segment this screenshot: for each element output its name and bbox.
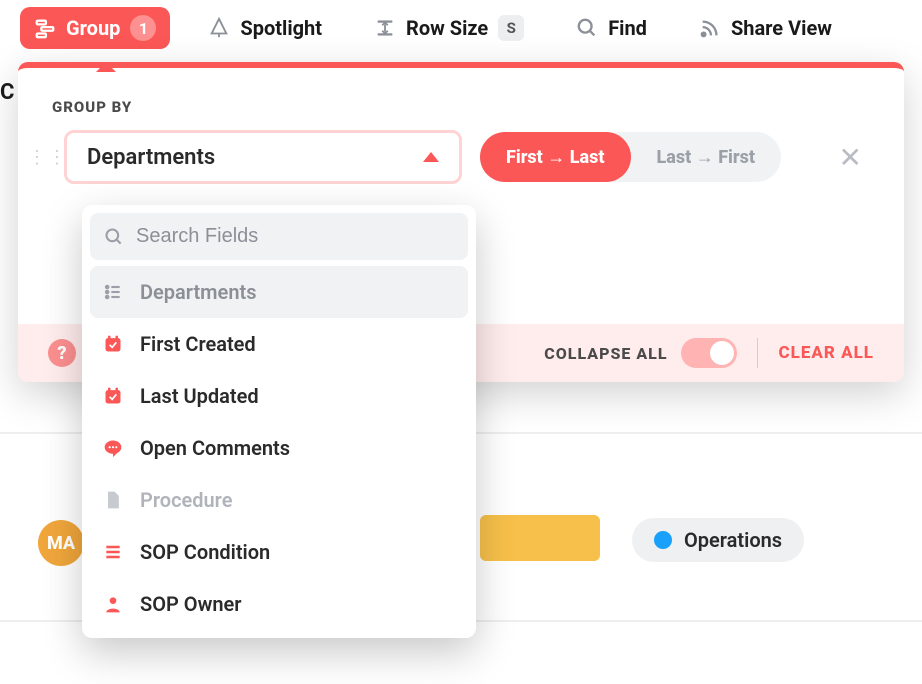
field-dropdown: Departments First Created Last Updated O… xyxy=(82,205,476,638)
share-icon xyxy=(699,17,721,39)
breadcrumb-fragment: C xyxy=(0,80,14,105)
date-icon xyxy=(102,334,124,354)
tag-label: Operations xyxy=(684,528,782,552)
rowsize-shortcut-key: S xyxy=(498,15,524,41)
avatar[interactable]: MA xyxy=(38,520,84,566)
toolbar-spotlight-label: Spotlight xyxy=(240,16,322,40)
collapse-all-toggle[interactable] xyxy=(681,338,737,368)
tag-operations[interactable]: Operations xyxy=(632,518,804,562)
avatar-initials: MA xyxy=(47,533,75,554)
dropdown-item-sop-condition[interactable]: SOP Condition xyxy=(90,526,468,578)
toolbar-share-button[interactable]: Share View xyxy=(685,8,846,48)
dropdown-item-departments[interactable]: Departments xyxy=(90,266,468,318)
search-icon xyxy=(104,227,124,247)
help-icon[interactable]: ? xyxy=(48,339,76,367)
groupby-section-label: GROUP BY xyxy=(52,98,870,116)
toolbar-find-label: Find xyxy=(608,16,647,40)
dot-icon xyxy=(654,531,672,549)
dropdown-item-label: SOP Condition xyxy=(140,540,270,564)
toolbar-group-label: Group xyxy=(66,16,120,40)
rowsize-icon xyxy=(374,17,396,39)
sort-last-to-first[interactable]: Last → First xyxy=(631,132,782,182)
field-select[interactable]: Departments xyxy=(64,130,462,184)
dropdown-list: Departments First Created Last Updated O… xyxy=(90,266,468,630)
divider xyxy=(757,338,758,368)
dropdown-item-label: Open Comments xyxy=(140,436,290,460)
group-icon xyxy=(34,17,56,39)
sort-first-to-last[interactable]: First → Last xyxy=(480,132,631,182)
comment-icon xyxy=(102,438,124,458)
dropdown-item-label: SOP Owner xyxy=(140,592,241,616)
dropdown-item-last-updated[interactable]: Last Updated xyxy=(90,370,468,422)
collapse-all-label: COLLAPSE ALL xyxy=(544,344,667,363)
dropdown-item-label: Procedure xyxy=(140,488,232,512)
dropdown-item-procedure: Procedure xyxy=(90,474,468,526)
sort-order-toggle: First → Last Last → First xyxy=(480,132,781,182)
background-tag-yellow xyxy=(480,515,600,561)
group-row: ⋮⋮ Departments First → Last Last → First… xyxy=(52,130,870,184)
remove-group-button[interactable]: ✕ xyxy=(831,141,870,174)
dropdown-search xyxy=(90,213,468,260)
dropdown-item-label: Last Updated xyxy=(140,384,259,408)
drag-handle-icon[interactable]: ⋮⋮ xyxy=(28,147,46,168)
toolbar-find-button[interactable]: Find xyxy=(562,8,661,48)
toolbar-spotlight-button[interactable]: Spotlight xyxy=(194,8,336,48)
document-icon xyxy=(102,490,124,510)
dropdown-item-first-created[interactable]: First Created xyxy=(90,318,468,370)
spotlight-icon xyxy=(208,17,230,39)
dropdown-item-label: First Created xyxy=(140,332,256,356)
lines-icon xyxy=(102,542,124,562)
view-toolbar: Group 1 Spotlight Row Size S Find Share … xyxy=(0,0,922,56)
dropdown-item-open-comments[interactable]: Open Comments xyxy=(90,422,468,474)
find-icon xyxy=(576,17,598,39)
toolbar-group-button[interactable]: Group 1 xyxy=(20,7,170,49)
dropdown-item-sop-owner[interactable]: SOP Owner xyxy=(90,578,468,630)
clear-all-button[interactable]: CLEAR ALL xyxy=(778,343,874,363)
field-select-value: Departments xyxy=(87,145,215,170)
group-count-badge: 1 xyxy=(130,15,156,41)
toolbar-share-label: Share View xyxy=(731,16,832,40)
toolbar-rowsize-button[interactable]: Row Size S xyxy=(360,7,538,49)
dropdown-item-label: Departments xyxy=(140,280,257,304)
toolbar-rowsize-label: Row Size xyxy=(406,16,488,40)
dropdown-search-input[interactable] xyxy=(136,225,454,248)
date-icon xyxy=(102,386,124,406)
caret-up-icon xyxy=(423,152,439,162)
list-icon xyxy=(102,282,124,302)
person-icon xyxy=(102,594,124,614)
